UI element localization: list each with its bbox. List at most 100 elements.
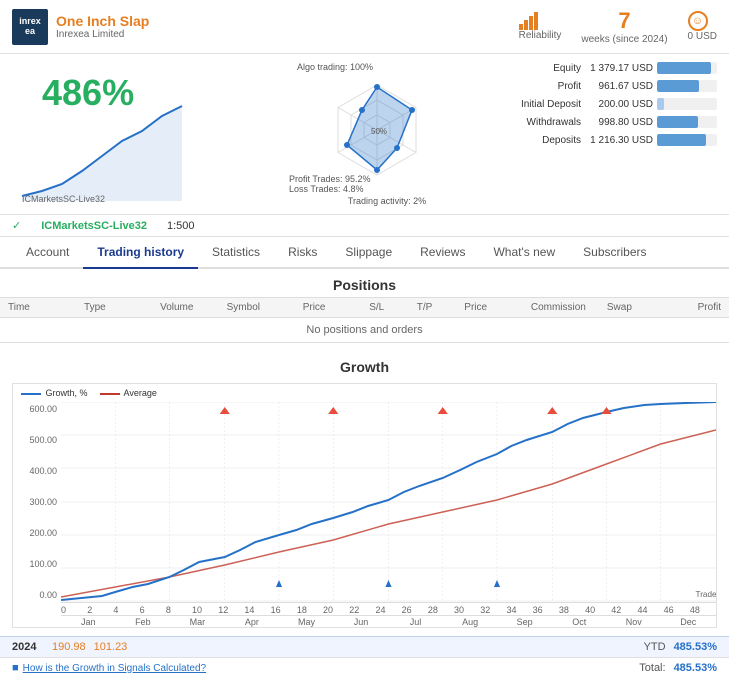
profit-bar-container: [657, 80, 717, 92]
deposits-label: Deposits: [497, 135, 587, 146]
tab-subscribers[interactable]: Subscribers: [569, 237, 660, 269]
tab-risks[interactable]: Risks: [274, 237, 331, 269]
total-label: Total:: [639, 662, 665, 674]
bars-section: Equity 1 379.17 USD Profit 961.67 USD In…: [497, 62, 717, 206]
legend-growth: Growth, %: [21, 388, 88, 398]
month-may: May: [279, 617, 334, 627]
initial-bar-fill: [657, 98, 664, 110]
tab-slippage[interactable]: Slippage: [331, 237, 406, 269]
initial-row: Initial Deposit 200.00 USD: [497, 98, 717, 110]
withdrawals-row: Withdrawals 998.80 USD: [497, 116, 717, 128]
positions-title: Positions: [0, 269, 729, 297]
tab-statistics[interactable]: Statistics: [198, 237, 274, 269]
legend-red-line: [100, 393, 120, 395]
x-6: 6: [140, 605, 166, 615]
x-axis-numbers: 0 2 4 6 8 10 12 14 16 18 20 22 24 26 28 …: [61, 602, 716, 615]
x-26: 26: [402, 605, 428, 615]
tab-whats-new[interactable]: What's new: [479, 237, 569, 269]
col-swap: Swap: [607, 302, 664, 313]
x-32: 32: [480, 605, 506, 615]
col-profit: Profit: [664, 302, 721, 313]
profit-bar-fill: [657, 80, 699, 92]
month-jan: Jan: [61, 617, 116, 627]
company-name: One Inch Slap: [56, 13, 519, 29]
x-30: 30: [454, 605, 480, 615]
tabs-bar: Account Trading history Statistics Risks…: [0, 237, 729, 269]
profit-row: Profit 961.67 USD: [497, 80, 717, 92]
company-sub: Inrexea Limited: [56, 29, 519, 40]
withdrawals-val: 998.80 USD: [587, 117, 657, 128]
initial-bar-container: [657, 98, 717, 110]
month-apr: Apr: [225, 617, 280, 627]
chart-x-label: ICMarketsSC-Live32: [22, 194, 105, 204]
x-10: 10: [192, 605, 218, 615]
y-300: 300.00: [13, 497, 57, 507]
x-4: 4: [113, 605, 139, 615]
profit-val: 961.67 USD: [587, 81, 657, 92]
line-chart-svg: [12, 96, 202, 206]
deposits-bar-fill: [657, 134, 706, 146]
positions-table-header: Time Type Volume Symbol Price S/L T/P Pr…: [0, 297, 729, 318]
col-price: Price: [303, 302, 370, 313]
tab-account[interactable]: Account: [12, 237, 83, 269]
weeks-stat: 7 weeks (since 2024): [581, 8, 667, 45]
account-name: ICMarketsSC-Live32: [41, 220, 147, 232]
month-jul: Jul: [388, 617, 443, 627]
x-42: 42: [611, 605, 637, 615]
x-34: 34: [506, 605, 532, 615]
col-price2: Price: [464, 302, 531, 313]
performance-chart: 486% ICMarketsSC-Live32: [12, 62, 277, 206]
usd-stat: ☺ 0 USD: [688, 11, 717, 42]
total-row: ■ How is the Growth in Signals Calculate…: [0, 657, 729, 678]
tab-reviews[interactable]: Reviews: [406, 237, 479, 269]
initial-val: 200.00 USD: [587, 99, 657, 110]
withdrawals-bar-container: [657, 116, 717, 128]
col-symbol: Symbol: [227, 302, 303, 313]
equity-bar-container: [657, 62, 717, 74]
x-22: 22: [349, 605, 375, 615]
deposits-bar-container: [657, 134, 717, 146]
question-link[interactable]: How is the Growth in Signals Calculated?: [23, 663, 206, 674]
chart-plot-area: Trades: [61, 402, 716, 602]
deposits-row: Deposits 1 216.30 USD: [497, 134, 717, 146]
withdrawals-label: Withdrawals: [497, 117, 587, 128]
main-content: 486% ICMarketsSC-Live32 Algo trading: 10…: [0, 54, 729, 215]
growth-section: Growth Growth, % Average 600.00 500.00 4…: [0, 343, 729, 636]
logo: inrexea: [12, 9, 48, 45]
month-sep: Sep: [497, 617, 552, 627]
question-icon: ■: [12, 662, 19, 674]
svg-text:50%: 50%: [371, 127, 387, 136]
y-200: 200.00: [13, 528, 57, 538]
month-oct: Oct: [552, 617, 607, 627]
profit-trades-label: Profit Trades: 95.2%: [289, 174, 487, 184]
x-28: 28: [428, 605, 454, 615]
x-48: 48: [690, 605, 716, 615]
month-dec: Dec: [661, 617, 716, 627]
account-info: ✓ ICMarketsSC-Live32 1:500: [0, 215, 729, 237]
col-sl: S/L: [369, 302, 417, 313]
loss-trades-label: Loss Trades: 4.8%: [289, 184, 487, 194]
header-stats: Reliability 7 weeks (since 2024) ☺ 0 USD: [519, 8, 717, 45]
equity-row: Equity 1 379.17 USD: [497, 62, 717, 74]
x-16: 16: [271, 605, 297, 615]
month-labels: Jan Feb Mar Apr May Jun Jul Aug Sep Oct …: [61, 615, 716, 627]
radar-section: Algo trading: 100%: [287, 62, 487, 206]
y-500: 500.00: [13, 435, 57, 445]
growth-chart-area: Growth, % Average 600.00 500.00 400.00 3…: [12, 383, 717, 628]
month-aug: Aug: [443, 617, 498, 627]
y-100: 100.00: [13, 559, 57, 569]
x-40: 40: [585, 605, 611, 615]
reliability-stat: Reliability: [519, 12, 562, 41]
title-section: One Inch Slap Inrexea Limited: [56, 13, 519, 40]
reliability-icon: [519, 12, 562, 30]
deposits-val: 1 216.30 USD: [587, 135, 657, 146]
x-20: 20: [323, 605, 349, 615]
equity-val: 1 379.17 USD: [587, 63, 657, 74]
y-600: 600.00: [13, 404, 57, 414]
x-18: 18: [297, 605, 323, 615]
equity-bar-fill: [657, 62, 711, 74]
legend-average: Average: [100, 388, 157, 398]
tab-trading-history[interactable]: Trading history: [83, 237, 198, 269]
col-tp: T/P: [417, 302, 465, 313]
month-feb: Feb: [116, 617, 171, 627]
